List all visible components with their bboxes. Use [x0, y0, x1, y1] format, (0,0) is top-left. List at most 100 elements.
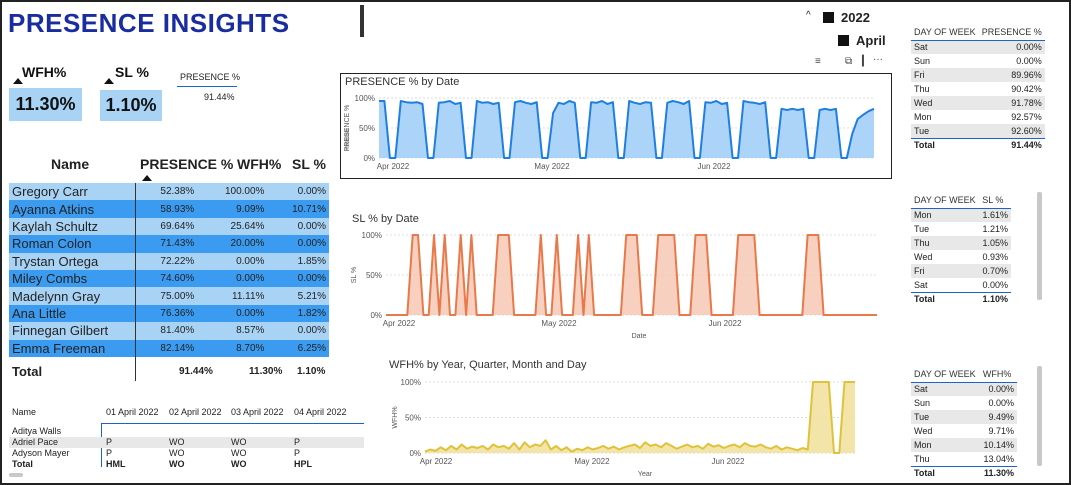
sl-kpi-label: SL % — [115, 64, 149, 80]
table-row[interactable]: Ana Little 76.36% 0.00% 1.82% — [9, 304, 329, 323]
row-sl: 1.85% — [267, 252, 329, 270]
table-row[interactable]: Madelynn Gray 75.00% 11.11% 5.21% — [9, 287, 329, 305]
wfh-chart[interactable]: 0%50%100%WFH%Apr 2022 May 2022 Jun 2022Yea… — [380, 355, 880, 480]
attendance-hscroll[interactable] — [9, 473, 23, 477]
att-col-date[interactable]: 02 April 2022 — [169, 407, 222, 417]
x-tick-label: Apr 2022 — [383, 319, 416, 328]
presence-kpi-divider — [177, 86, 237, 87]
presence-chart[interactable]: 0% 50% 100% PRESENCE % Apr 2022 May 2022 Jun 2… — [341, 74, 891, 178]
dow-row[interactable]: Tue 1.21% — [911, 222, 1011, 236]
dow-row[interactable]: Fri 0.70% — [911, 264, 1011, 278]
dow-row[interactable]: Sat 0.00% — [911, 278, 1011, 292]
dow-row[interactable]: Sat 0.00% — [911, 40, 1045, 54]
row-presence: 76.36% — [135, 304, 198, 323]
filter-icon[interactable]: ≡ — [815, 56, 821, 67]
dow-value: 90.42% — [1011, 84, 1042, 94]
dow-row[interactable]: Thu 1.05% — [911, 236, 1011, 250]
attendance-header: Name 01 April 2022 02 April 2022 03 Apri… — [9, 405, 364, 419]
checkbox-icon[interactable] — [823, 12, 834, 23]
dow-value: 0.70% — [979, 264, 1011, 278]
dow-col-value-header[interactable]: WFH% — [979, 366, 1017, 383]
dow-col-day-header[interactable]: DAY OF WEEK — [911, 366, 980, 383]
row-presence: 69.64% — [135, 217, 198, 236]
col-presence-header[interactable]: PRESENCE % — [140, 156, 233, 172]
dow-row[interactable]: Fri 89.96% — [911, 68, 1045, 82]
att-col-date[interactable]: 03 April 2022 — [231, 407, 284, 417]
dow-value: 0.93% — [982, 252, 1008, 262]
sl-kpi-card[interactable]: 1.10% — [100, 90, 162, 121]
table-row[interactable]: Ayanna Atkins 58.93% 9.09% 10.71% — [9, 200, 329, 218]
dow-row[interactable]: Sat 0.00% — [911, 382, 1017, 396]
row-sl: 10.71% — [267, 200, 329, 218]
dow-row[interactable]: Tue 92.60% — [911, 124, 1045, 138]
dow-row[interactable]: Mon 92.57% — [911, 110, 1045, 124]
y-axis-label: PRESENCE % — [344, 105, 351, 152]
row-sl: 0.00% — [267, 235, 329, 253]
row-wfh: 8.70% — [197, 339, 268, 357]
dow-day: Tue — [914, 224, 930, 234]
row-presence: 52.38% — [135, 183, 198, 201]
dow-col-day-header[interactable]: DAY OF WEEK — [911, 24, 979, 41]
att-total-cell: HML — [106, 459, 126, 469]
wfh-dow-scrollbar[interactable] — [1037, 366, 1042, 466]
row-wfh: 0.00% — [197, 269, 268, 288]
table-row[interactable]: Finnegan Gilbert 81.40% 8.57% 0.00% — [9, 322, 329, 340]
table-row[interactable]: Miley Combs 74.60% 0.00% 0.00% — [9, 269, 329, 288]
dow-col-value-header[interactable]: SL % — [979, 192, 1011, 209]
checkbox-icon[interactable] — [838, 35, 849, 46]
dow-col-value-header[interactable]: PRESENCE % — [978, 24, 1045, 41]
dow-value: 89.96% — [978, 68, 1045, 82]
table-row[interactable]: Gregory Carr 52.38% 100.00% 0.00% — [9, 183, 329, 201]
presence-chart-card[interactable]: PRESENCE % by Date 0% 50% 100% PRESENCE % Ap… — [340, 73, 892, 179]
sl-chart-card[interactable]: SL % by Date 0% 50% 100% SL % Apr 2022 May 20… — [342, 208, 894, 343]
dow-row[interactable]: Thu 90.42% — [911, 82, 1045, 96]
attendance-status: P — [294, 437, 301, 447]
attendance-name: Adyson Mayer — [12, 448, 70, 458]
month-slicer-item[interactable]: April — [838, 33, 898, 49]
col-name-header[interactable]: Name — [51, 156, 89, 172]
names-table-col-divider — [135, 183, 136, 381]
table-row[interactable]: Roman Colon 71.43% 20.00% 0.00% — [9, 235, 329, 253]
dow-row[interactable]: Mon 1.61% — [911, 208, 1011, 222]
att-col-date[interactable]: 01 April 2022 — [106, 407, 159, 417]
total-sl: 1.10% — [297, 366, 326, 377]
attendance-status: WO — [231, 437, 247, 447]
row-name: Madelynn Gray — [9, 287, 136, 305]
col-sl-header[interactable]: SL % — [292, 156, 326, 172]
collapse-up-icon[interactable]: ^ — [806, 10, 811, 21]
canvas-divider — [360, 5, 364, 37]
table-row[interactable]: Kaylah Schultz 69.64% 25.64% 0.00% — [9, 217, 329, 236]
col-wfh-header[interactable]: WFH% — [237, 156, 281, 172]
slicer-year-label: 2022 — [841, 10, 870, 25]
sl-chart[interactable]: 0% 50% 100% SL % Apr 2022 May 2022 Jun 2022 Dat… — [342, 208, 894, 343]
more-options-icon[interactable]: ··· — [873, 54, 883, 65]
attendance-row[interactable]: Aditya Walls — [9, 426, 364, 437]
dow-row[interactable]: Mon 10.14% — [911, 438, 1017, 452]
dow-row[interactable]: Sun 0.00% — [911, 396, 1017, 410]
dow-value: 1.21% — [982, 224, 1008, 234]
dow-row[interactable]: Tue 9.49% — [911, 410, 1017, 424]
row-name: Kaylah Schultz — [9, 217, 136, 236]
dow-row[interactable]: Thu 13.04% — [911, 452, 1017, 466]
dow-day: Fri — [911, 264, 980, 278]
dow-row[interactable]: Wed 9.71% — [911, 424, 1017, 438]
pin-icon[interactable]: ▎ — [862, 56, 870, 67]
wfh-chart-card[interactable]: WFH% by Year, Quarter, Month and Day 0% 5… — [380, 355, 880, 480]
dow-day: Sat — [911, 40, 979, 54]
focus-mode-icon[interactable]: ⧉ — [845, 56, 852, 67]
table-row[interactable]: Emma Freeman 82.14% 8.70% 6.25% — [9, 339, 329, 357]
dow-value: 0.00% — [978, 40, 1045, 54]
sl-dow-scrollbar[interactable] — [1037, 192, 1042, 300]
dow-day: Tue — [911, 124, 979, 138]
wfh-kpi-card[interactable]: 11.30% — [9, 88, 82, 121]
year-slicer-item[interactable]: ^ 2022 — [804, 10, 884, 26]
dow-col-day-header[interactable]: DAY OF WEEK — [911, 192, 980, 209]
dow-row[interactable]: Sun 0.00% — [911, 54, 1045, 68]
presence-dow-table: DAY OF WEEK PRESENCE % Sat 0.00% Sun 0.00% Fri… — [911, 24, 1045, 152]
dow-row[interactable]: Wed 91.78% — [911, 96, 1045, 110]
dow-row[interactable]: Wed 0.93% — [911, 250, 1011, 264]
att-col-date[interactable]: 04 April 2022 — [294, 407, 347, 417]
att-col-name[interactable]: Name — [12, 407, 36, 417]
attendance-row[interactable]: Adriel Pace P WO WO P — [9, 437, 364, 448]
table-row[interactable]: Trystan Ortega 72.22% 0.00% 1.85% — [9, 252, 329, 270]
